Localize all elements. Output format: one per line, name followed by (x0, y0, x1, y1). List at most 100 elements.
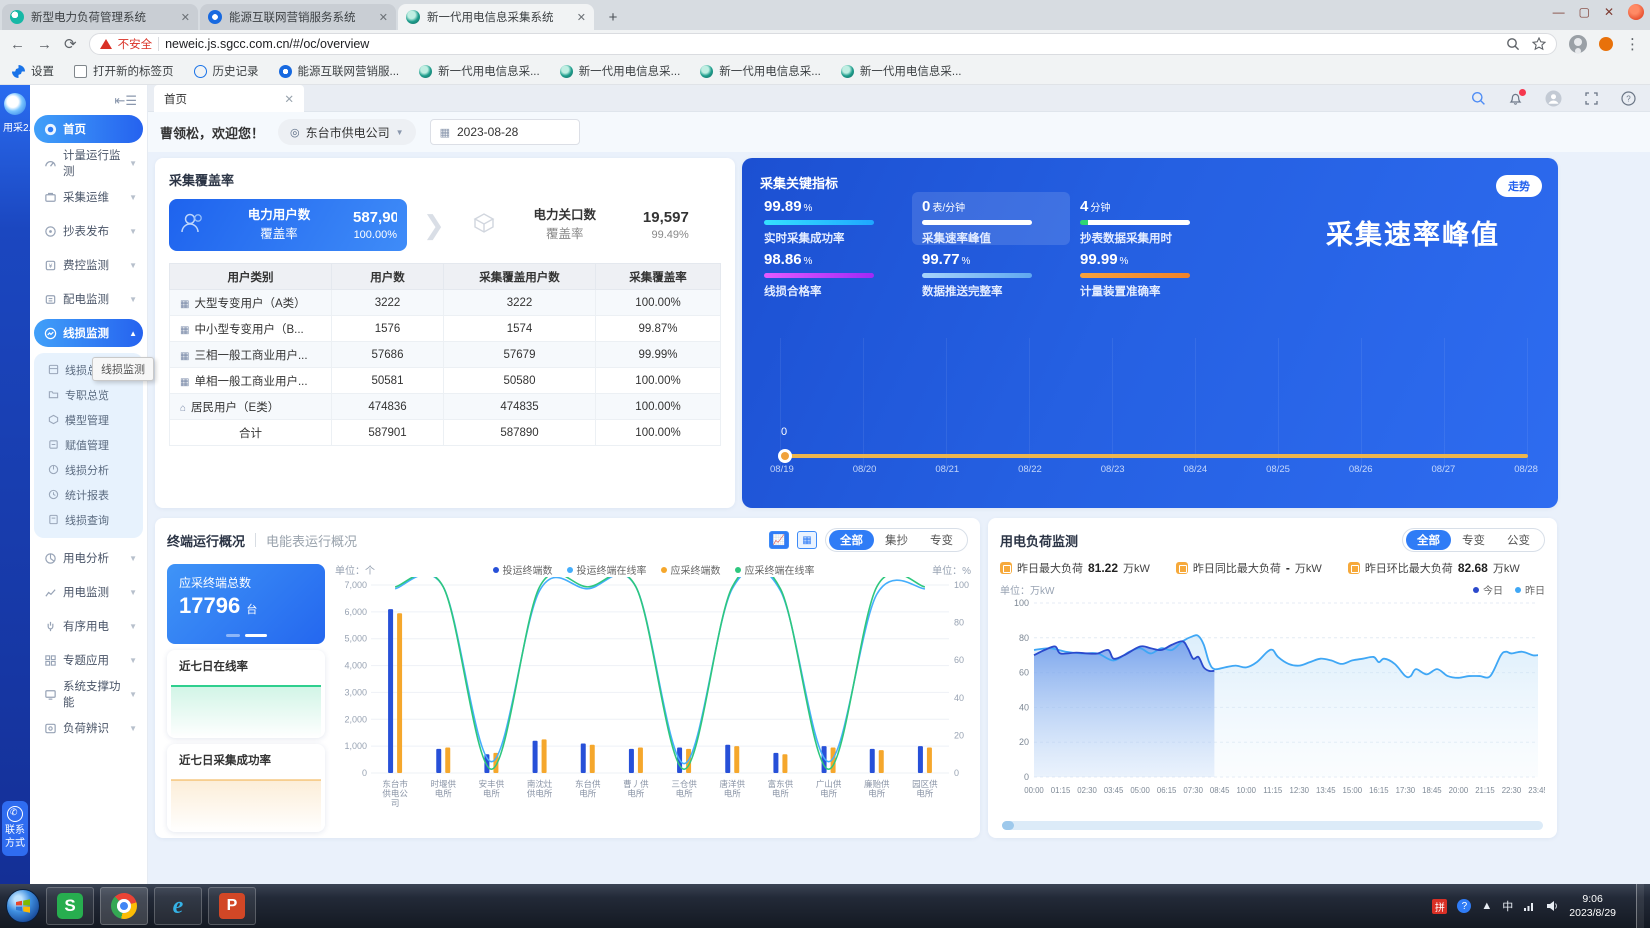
browser-tab-1[interactable]: 新型电力负荷管理系统 ✕ (2, 4, 198, 30)
taskbar-clock[interactable]: 9:06 2023/8/29 (1569, 892, 1616, 920)
sidebar-item-distribution[interactable]: 配电监测▼ (34, 285, 143, 313)
show-desktop-button[interactable] (1636, 884, 1644, 928)
forward-icon[interactable]: → (37, 37, 52, 52)
datazoom-handle[interactable] (1002, 821, 1014, 830)
maximize-button[interactable]: ▢ (1579, 6, 1590, 18)
sidebar-item-meter-reading[interactable]: 抄表发布▼ (34, 217, 143, 245)
submenu-item-report[interactable]: 统计报表 (34, 482, 143, 507)
back-icon[interactable]: ← (10, 37, 25, 52)
tray-help-icon[interactable]: ? (1457, 899, 1471, 913)
sidebar-item-collection-ops[interactable]: 采集运维▼ (34, 183, 143, 211)
security-label[interactable]: 不安全 (118, 36, 153, 52)
sidebar-item-line-loss[interactable]: 线损监测▲ (34, 319, 143, 347)
notifications-button[interactable] (1508, 91, 1523, 106)
terminal-summary-card[interactable]: 应采终端总数 17796 台 (167, 564, 325, 644)
tab-close-icon[interactable]: ✕ (577, 11, 586, 24)
legend-item[interactable]: 应采终端在线率 (735, 562, 815, 577)
bookmark-neweic-4[interactable]: 新一代用电信息采... (841, 63, 962, 79)
zoom-icon[interactable] (1506, 37, 1520, 51)
bookmark-neweic-1[interactable]: 新一代用电信息采... (419, 63, 540, 79)
sidebar-collapse-icon[interactable]: ⇤☰ (114, 93, 137, 109)
address-bar[interactable]: 不安全 neweic.js.sgcc.com.cn/#/oc/overview (89, 33, 1557, 55)
online-rate-minicard[interactable]: 近七日在线率 (167, 650, 325, 738)
bookmark-neweic-3[interactable]: 新一代用电信息采... (700, 63, 821, 79)
taskbar-ie-button[interactable]: e (154, 887, 202, 925)
org-selector[interactable]: ◎ 东台市供电公司 ▼ (278, 119, 416, 145)
browser-logo-icon[interactable] (1628, 4, 1644, 20)
filter-jichao[interactable]: 集抄 (874, 530, 919, 550)
bookmark-newtab[interactable]: 打开新的标签页 (74, 63, 174, 79)
trend-button[interactable]: 走势 (1496, 175, 1542, 197)
taskbar-chrome-button[interactable] (100, 887, 148, 925)
date-picker[interactable]: ▦ 2023-08-28 (430, 119, 580, 145)
search-icon[interactable] (1471, 91, 1486, 106)
submenu-item-lineloss-query[interactable]: 线损查询 (34, 507, 143, 532)
carousel-dots[interactable] (167, 634, 325, 637)
bookmark-neweic-2[interactable]: 新一代用电信息采... (560, 63, 681, 79)
sidebar-item-usage-monitor[interactable]: 用电监测▼ (34, 578, 143, 606)
ime-cn-icon[interactable]: 中 (1502, 898, 1513, 914)
sidebar-item-load-identification[interactable]: 负荷辨识▼ (34, 714, 143, 742)
legend-item[interactable]: 应采终端数 (661, 562, 721, 577)
tray-chevron-up-icon[interactable]: ▲ (1481, 900, 1492, 912)
minimize-button[interactable]: — (1553, 6, 1565, 18)
filter-zhuanbian[interactable]: 专变 (919, 530, 964, 550)
new-tab-button[interactable]: + (600, 6, 626, 28)
browser-update-icon[interactable] (1599, 37, 1613, 51)
tab-close-icon[interactable]: ✕ (181, 11, 190, 24)
table-row[interactable]: ▦大型专变用户（A类） 32223222100.00% (170, 290, 721, 316)
submenu-item-duty-overview[interactable]: 专职总览 (34, 382, 143, 407)
contact-button[interactable]: 联系方式 (2, 801, 28, 856)
table-row[interactable]: ▦单相一般工商业用户... 5058150580100.00% (170, 368, 721, 394)
legend-item[interactable]: 今日 (1473, 582, 1503, 597)
user-avatar-icon[interactable] (1545, 90, 1562, 107)
filter-all[interactable]: 全部 (1406, 530, 1451, 550)
metric-realtime-success[interactable]: 99.89% 实时采集成功率 (754, 192, 912, 245)
filter-gongbian[interactable]: 公变 (1496, 530, 1541, 550)
legend-item[interactable]: 昨日 (1515, 582, 1545, 597)
tab-close-icon[interactable]: ✕ (379, 11, 388, 24)
table-row[interactable]: ▦三相一般工商业用户... 576865767999.99% (170, 342, 721, 368)
taskbar-wps-button[interactable]: S (46, 887, 94, 925)
gateway-points-card[interactable]: 电力关口数覆盖率 19,59799.49% (461, 199, 699, 251)
url-text[interactable]: neweic.js.sgcc.com.cn/#/oc/overview (165, 37, 369, 51)
metric-device-accuracy[interactable]: 99.99% 计量装置准确率 (1070, 245, 1240, 298)
sidebar-item-fee-control[interactable]: ¥ 费控监测▼ (34, 251, 143, 279)
datazoom-slider[interactable] (1002, 821, 1543, 830)
sidebar-item-metering[interactable]: 计量运行监测▼ (34, 149, 143, 177)
filter-all[interactable]: 全部 (829, 530, 874, 550)
reload-icon[interactable]: ⟳ (64, 37, 77, 52)
bookmark-settings[interactable]: 设置 (12, 63, 54, 79)
legend-item[interactable]: 投运终端在线率 (567, 562, 647, 577)
bookmark-energy[interactable]: 能源互联网营销服... (279, 63, 400, 79)
tab-meter-overview[interactable]: 电能表运行概况 (266, 531, 357, 550)
tab-terminal-overview[interactable]: 终端运行概况 (167, 531, 245, 550)
browser-menu-dots-icon[interactable]: ⋮ (1625, 37, 1640, 52)
metric-peak-rate[interactable]: 0表/分钟 采集速率峰值 (912, 192, 1070, 245)
bookmark-star-icon[interactable] (1532, 37, 1546, 51)
close-button[interactable]: ✕ (1604, 6, 1614, 18)
fullscreen-icon[interactable] (1584, 91, 1599, 106)
submenu-item-model-mgmt[interactable]: 模型管理 (34, 407, 143, 432)
legend-item[interactable]: 投运终端数 (493, 562, 553, 577)
metric-lineloss-pass[interactable]: 98.86% 线损合格率 (754, 245, 912, 298)
table-row[interactable]: ▦中小型专变用户（B... 1576157499.87% (170, 316, 721, 342)
page-tab-close-icon[interactable]: ✕ (284, 92, 294, 106)
power-users-card[interactable]: 电力用户数覆盖率 587,901100.00% (169, 199, 407, 251)
browser-tab-2[interactable]: 能源互联网营销服务系统 ✕ (200, 4, 396, 30)
browser-profile-avatar[interactable] (1569, 35, 1587, 53)
browser-tab-3-active[interactable]: 新一代用电信息采集系统 ✕ (398, 4, 594, 30)
bookmark-history[interactable]: 历史记录 (194, 63, 259, 79)
sidebar-item-usage-analysis[interactable]: 用电分析▼ (34, 544, 143, 572)
table-row[interactable]: ⌂居民用户（E类） 474836474835100.00% (170, 394, 721, 420)
speaker-icon[interactable] (1546, 900, 1559, 912)
table-view-toggle[interactable]: ▦ (797, 531, 817, 549)
sidebar-item-orderly-power[interactable]: 有序用电▼ (34, 612, 143, 640)
submenu-item-value-mgmt[interactable]: 赋值管理 (34, 432, 143, 457)
submenu-item-lineloss-analysis[interactable]: 线损分析 (34, 457, 143, 482)
chart-view-toggle[interactable]: 📈 (769, 531, 789, 549)
page-tab-home[interactable]: 首页 ✕ (154, 85, 304, 112)
metric-push-complete[interactable]: 99.77% 数据推送完整率 (912, 245, 1070, 298)
filter-zhuanbian[interactable]: 专变 (1451, 530, 1496, 550)
sidebar-item-special-apps[interactable]: 专题应用▼ (34, 646, 143, 674)
